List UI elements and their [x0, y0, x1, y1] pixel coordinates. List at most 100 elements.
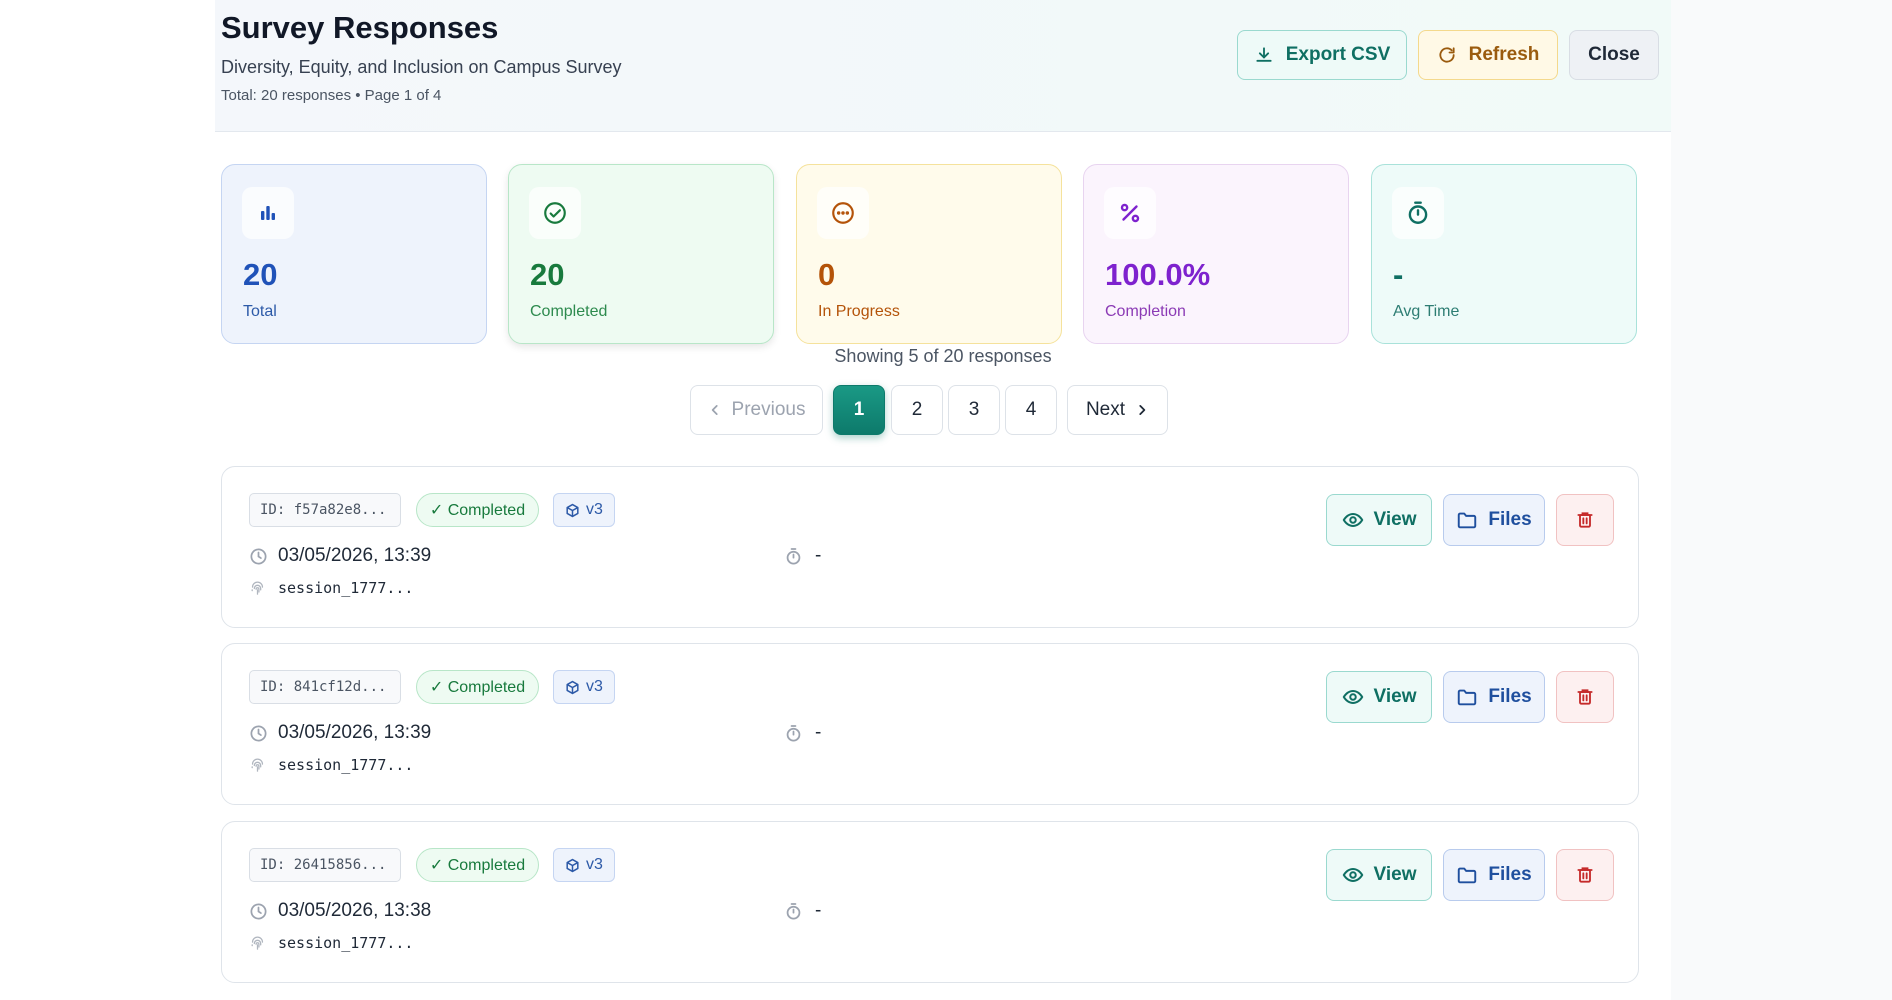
- chevron-left-icon: [711, 405, 718, 415]
- status-badge: ✓ Completed: [416, 670, 539, 704]
- response-card: ID: 26415856... ✓ Completed v3 03/05/202…: [221, 821, 1639, 983]
- view-label: View: [1373, 686, 1417, 707]
- check-circle-icon: [529, 187, 581, 239]
- clock-icon: [250, 548, 267, 564]
- version-label: v3: [586, 856, 603, 873]
- stat-card-completed: 20 Completed: [508, 164, 774, 344]
- page-button-3[interactable]: 3: [948, 385, 1000, 435]
- response-session: session_1777...: [249, 756, 413, 774]
- ellipsis-circle-icon: [817, 187, 869, 239]
- stat-value: 20: [243, 257, 278, 292]
- page-button-4[interactable]: 4: [1005, 385, 1057, 435]
- stat-label: Completed: [530, 303, 608, 320]
- response-card: ID: f57a82e8... ✓ Completed v3 03/05/202…: [221, 466, 1639, 628]
- version-badge: v3: [553, 848, 615, 882]
- delete-button[interactable]: [1556, 849, 1614, 901]
- refresh-label: Refresh: [1468, 44, 1540, 65]
- stopwatch-icon: [786, 724, 801, 741]
- view-label: View: [1373, 864, 1417, 885]
- bar-chart-icon: [242, 187, 294, 239]
- panel-header: Survey Responses Diversity, Equity, and …: [215, 0, 1671, 132]
- response-session: session_1777...: [249, 579, 413, 597]
- response-duration: -: [784, 545, 821, 567]
- files-label: Files: [1488, 509, 1532, 530]
- session-text: session_1777...: [278, 756, 414, 774]
- close-label: Close: [1588, 44, 1640, 65]
- fingerprint-icon: [251, 936, 264, 950]
- files-button[interactable]: Files: [1443, 494, 1545, 546]
- refresh-icon: [1439, 47, 1455, 63]
- stat-label: Completion: [1105, 303, 1186, 320]
- survey-name: Diversity, Equity, and Inclusion on Camp…: [221, 57, 622, 77]
- view-label: View: [1373, 509, 1417, 530]
- response-duration: -: [784, 900, 821, 922]
- backdrop-area: [1671, 0, 1892, 1000]
- eye-icon: [1342, 868, 1363, 882]
- stat-value: -: [1393, 257, 1404, 292]
- version-badge: v3: [553, 493, 615, 527]
- session-text: session_1777...: [278, 579, 414, 597]
- fingerprint-icon: [251, 581, 264, 595]
- response-duration: -: [784, 722, 821, 744]
- export-csv-label: Export CSV: [1285, 44, 1391, 65]
- response-meta: Total: 20 responses • Page 1 of 4: [221, 87, 442, 104]
- view-button[interactable]: View: [1326, 849, 1432, 901]
- stat-card-in-progress: 0 In Progress: [796, 164, 1062, 344]
- folder-icon: [1458, 867, 1477, 884]
- stat-label: Total: [243, 303, 277, 320]
- refresh-button[interactable]: Refresh: [1418, 30, 1558, 80]
- previous-page-button[interactable]: Previous: [690, 385, 823, 435]
- response-id: ID: 841cf12d...: [249, 670, 401, 704]
- stopwatch-icon: [1392, 187, 1444, 239]
- folder-icon: [1458, 512, 1477, 529]
- stat-label: Avg Time: [1393, 303, 1460, 320]
- files-button[interactable]: Files: [1443, 671, 1545, 723]
- clock-icon: [250, 725, 267, 741]
- response-date: 03/05/2026, 13:39: [249, 722, 431, 744]
- date-text: 03/05/2026, 13:38: [278, 900, 432, 921]
- stat-card-completion: 100.0% Completion: [1083, 164, 1349, 344]
- clock-icon: [250, 903, 267, 919]
- trash-icon: [1577, 689, 1593, 705]
- status-badge: ✓ Completed: [416, 848, 539, 882]
- version-label: v3: [586, 678, 603, 695]
- stat-label: In Progress: [818, 303, 900, 320]
- export-csv-button[interactable]: Export CSV: [1237, 30, 1407, 80]
- folder-icon: [1458, 689, 1477, 706]
- duration-text: -: [815, 900, 822, 921]
- session-text: session_1777...: [278, 934, 414, 952]
- duration-text: -: [815, 545, 822, 566]
- next-page-button[interactable]: Next: [1067, 385, 1168, 435]
- files-button[interactable]: Files: [1443, 849, 1545, 901]
- version-label: v3: [586, 501, 603, 518]
- response-id: ID: 26415856...: [249, 848, 401, 882]
- duration-text: -: [815, 722, 822, 743]
- date-text: 03/05/2026, 13:39: [278, 545, 432, 566]
- delete-button[interactable]: [1556, 671, 1614, 723]
- status-badge: ✓ Completed: [416, 493, 539, 527]
- eye-icon: [1342, 690, 1363, 704]
- version-badge: v3: [553, 670, 615, 704]
- stat-value: 0: [818, 257, 836, 292]
- trash-icon: [1577, 867, 1593, 883]
- files-label: Files: [1488, 686, 1532, 707]
- page-title: Survey Responses: [221, 10, 499, 45]
- cube-icon: [566, 680, 579, 694]
- cube-icon: [566, 858, 579, 872]
- view-button[interactable]: View: [1326, 494, 1432, 546]
- download-icon: [1256, 47, 1272, 62]
- files-label: Files: [1488, 864, 1532, 885]
- response-session: session_1777...: [249, 934, 413, 952]
- responses-panel: Survey Responses Diversity, Equity, and …: [215, 0, 1671, 1000]
- page-button-2[interactable]: 2: [891, 385, 943, 435]
- date-text: 03/05/2026, 13:39: [278, 722, 432, 743]
- close-button[interactable]: Close: [1569, 30, 1659, 80]
- trash-icon: [1577, 512, 1593, 528]
- view-button[interactable]: View: [1326, 671, 1432, 723]
- stat-value: 100.0%: [1105, 257, 1211, 292]
- fingerprint-icon: [251, 758, 264, 772]
- response-date: 03/05/2026, 13:38: [249, 900, 431, 922]
- page-button-1[interactable]: 1: [833, 385, 885, 435]
- stopwatch-icon: [786, 547, 801, 564]
- delete-button[interactable]: [1556, 494, 1614, 546]
